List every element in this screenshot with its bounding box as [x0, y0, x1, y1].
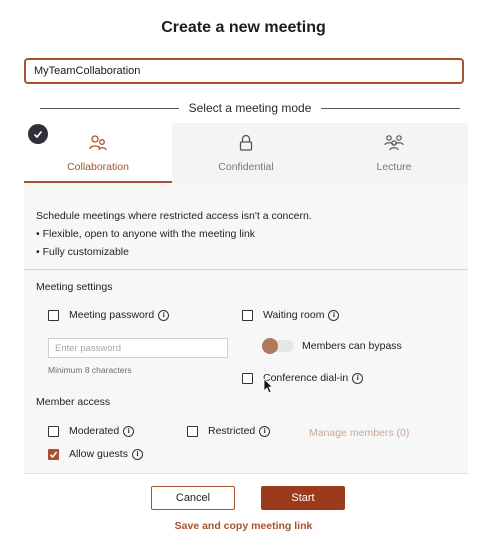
member-access-label: Member access: [36, 396, 111, 408]
description-bullet: • Flexible, open to anyone with the meet…: [36, 228, 256, 240]
checkbox-box[interactable]: [48, 309, 59, 321]
manage-members-link[interactable]: Manage members (0): [309, 427, 409, 439]
save-copy-link[interactable]: Save and copy meeting link: [0, 520, 487, 532]
selected-check-icon: [28, 124, 48, 144]
tab-lecture-label: Lecture: [376, 161, 412, 173]
info-icon[interactable]: i: [158, 309, 170, 321]
tab-collaboration-label: Collaboration: [67, 161, 129, 173]
description-bullet: • Fully customizable: [36, 246, 129, 258]
mode-tabs: Collaboration Confidential Lecture: [24, 123, 468, 183]
moderated-label: Moderated: [69, 425, 120, 437]
waiting-room-label: Waiting room: [263, 309, 325, 321]
password-hint: Minimum 8 characters: [48, 365, 132, 375]
checkmark-icon: [49, 451, 58, 458]
toggle-knob[interactable]: [262, 338, 278, 354]
members-bypass-toggle[interactable]: Members can bypass: [262, 338, 402, 354]
lock-icon: [239, 133, 253, 153]
description-line: Schedule meetings where restricted acces…: [36, 210, 312, 222]
tab-lecture[interactable]: Lecture: [320, 123, 468, 183]
meeting-name-input[interactable]: [24, 58, 464, 84]
tab-confidential[interactable]: Confidential: [172, 123, 320, 183]
restricted-checkbox[interactable]: Restricted i: [187, 425, 271, 437]
mouse-pointer-icon: [263, 378, 274, 399]
divider-line-left: [40, 107, 179, 109]
mode-section-label: Select a meeting mode: [188, 101, 312, 115]
info-icon[interactable]: i: [259, 425, 271, 437]
checkbox-box-checked[interactable]: [48, 448, 59, 460]
waiting-room-checkbox[interactable]: Waiting room i: [242, 309, 340, 321]
conference-dialin-checkbox[interactable]: Conference dial-in i: [242, 372, 364, 384]
checkbox-box[interactable]: [187, 425, 198, 437]
mode-divider: Select a meeting mode: [40, 100, 460, 116]
divider-line-right: [321, 107, 460, 109]
audience-icon: [383, 133, 405, 153]
allow-guests-checkbox[interactable]: Allow guests i: [48, 448, 143, 460]
meeting-password-checkbox[interactable]: Meeting password i: [48, 309, 170, 321]
toggle-track[interactable]: [262, 338, 294, 354]
create-meeting-dialog: Create a new meeting Select a meeting mo…: [0, 0, 487, 549]
section-separator: [24, 269, 468, 270]
moderated-checkbox[interactable]: Moderated i: [48, 425, 135, 437]
start-button[interactable]: Start: [261, 486, 345, 510]
checkbox-box[interactable]: [242, 372, 253, 384]
meeting-password-label: Meeting password: [69, 309, 155, 321]
meeting-settings-label: Meeting settings: [36, 281, 113, 293]
mode-description: Schedule meetings where restricted acces…: [36, 207, 312, 261]
info-icon[interactable]: i: [352, 372, 364, 384]
info-icon[interactable]: i: [123, 425, 135, 437]
allow-guests-label: Allow guests: [69, 448, 128, 460]
tab-confidential-label: Confidential: [218, 161, 274, 173]
collaboration-users-icon: [88, 133, 108, 153]
restricted-label: Restricted: [208, 425, 256, 437]
members-bypass-label: Members can bypass: [302, 340, 402, 352]
password-input[interactable]: [48, 338, 228, 358]
cancel-button[interactable]: Cancel: [151, 486, 235, 510]
conference-dialin-label: Conference dial-in: [263, 372, 349, 384]
checkbox-box[interactable]: [242, 309, 253, 321]
info-icon[interactable]: i: [131, 448, 143, 460]
mode-details-panel: Schedule meetings where restricted acces…: [24, 183, 468, 474]
checkbox-box[interactable]: [48, 425, 59, 437]
dialog-title: Create a new meeting: [161, 19, 326, 36]
dialog-footer: Cancel Start Save and copy meeting link: [0, 474, 487, 549]
info-icon[interactable]: i: [328, 309, 340, 321]
